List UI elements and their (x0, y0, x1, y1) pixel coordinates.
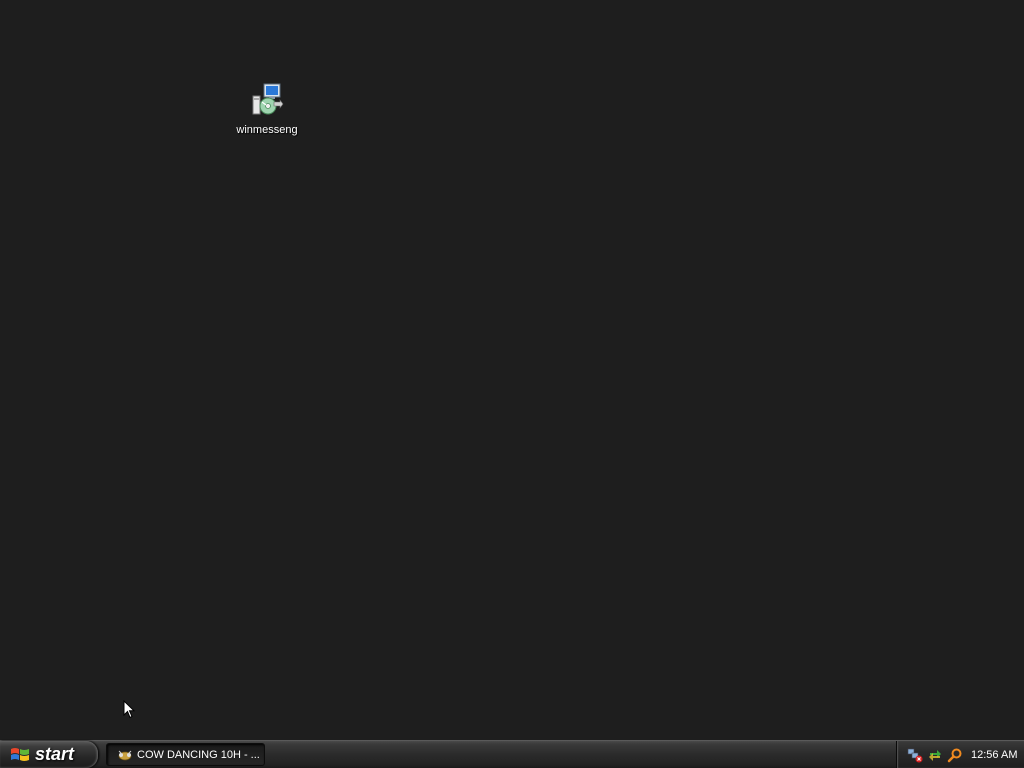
sync-arrows-icon[interactable] (927, 747, 943, 763)
desktop-icon-label: winmesseng (236, 124, 298, 136)
start-label: start (35, 744, 75, 764)
installer-package-icon (252, 83, 284, 115)
desktop-icon-winmesseng[interactable]: winmesseng (230, 82, 304, 138)
taskbar-button-cow-dancing[interactable]: COW DANCING 10H - ... (106, 743, 265, 766)
taskbar-button-label: COW DANCING 10H - ... (137, 748, 260, 761)
system-tray: 12:56 AM (896, 741, 1024, 768)
windows-logo-icon (11, 747, 29, 761)
mouse-pointer-icon (123, 700, 135, 719)
network-disconnected-icon[interactable] (907, 747, 923, 763)
start-button[interactable]: start (0, 741, 98, 768)
media-player-icon (118, 750, 132, 760)
clock[interactable]: 12:56 AM (971, 749, 1017, 761)
search-icon[interactable] (947, 747, 963, 763)
desktop[interactable]: winmesseng (0, 0, 1024, 740)
taskbar: start COW DANCING 10H - ... 12:56 AM (0, 740, 1024, 768)
